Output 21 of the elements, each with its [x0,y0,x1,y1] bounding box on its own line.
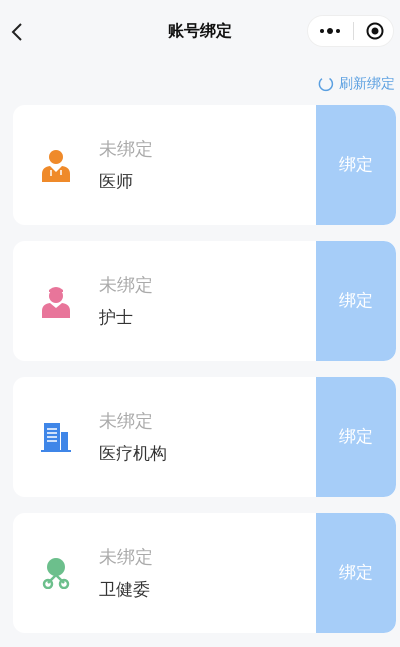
refresh-icon [318,76,334,92]
nurse-icon [41,284,71,318]
refresh-button[interactable]: 刷新绑定 [318,73,395,94]
bind-button[interactable]: 绑定 [316,377,396,497]
role-text: 医疗机构 [99,442,168,465]
status-text: 未绑定 [99,410,154,433]
doctor-icon [41,148,71,182]
page-title: 账号绑定 [168,21,232,42]
building-icon [41,422,71,452]
bind-button[interactable]: 绑定 [316,105,396,225]
role-text: 医师 [99,170,134,193]
bind-button[interactable]: 绑定 [316,513,396,633]
bind-button[interactable]: 绑定 [316,241,396,361]
role-text: 卫健委 [99,578,151,601]
back-icon[interactable] [11,22,23,42]
status-text: 未绑定 [99,546,154,569]
role-text: 护士 [99,306,134,329]
more-icon[interactable] [319,27,341,35]
network-icon [41,557,71,589]
status-text: 未绑定 [99,138,154,161]
status-text: 未绑定 [99,274,154,297]
